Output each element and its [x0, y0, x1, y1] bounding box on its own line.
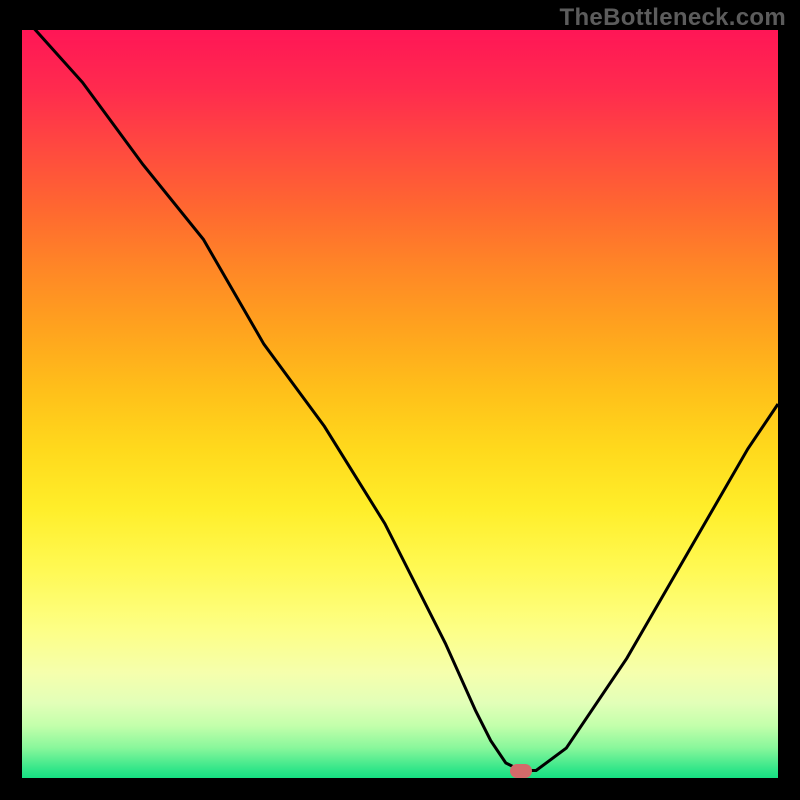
optimal-point-marker [510, 764, 532, 778]
watermark-text: TheBottleneck.com [560, 4, 786, 32]
plot-area [22, 30, 778, 778]
bottleneck-curve [22, 30, 778, 778]
chart-frame: TheBottleneck.com [0, 0, 800, 800]
curve-path [22, 30, 778, 771]
